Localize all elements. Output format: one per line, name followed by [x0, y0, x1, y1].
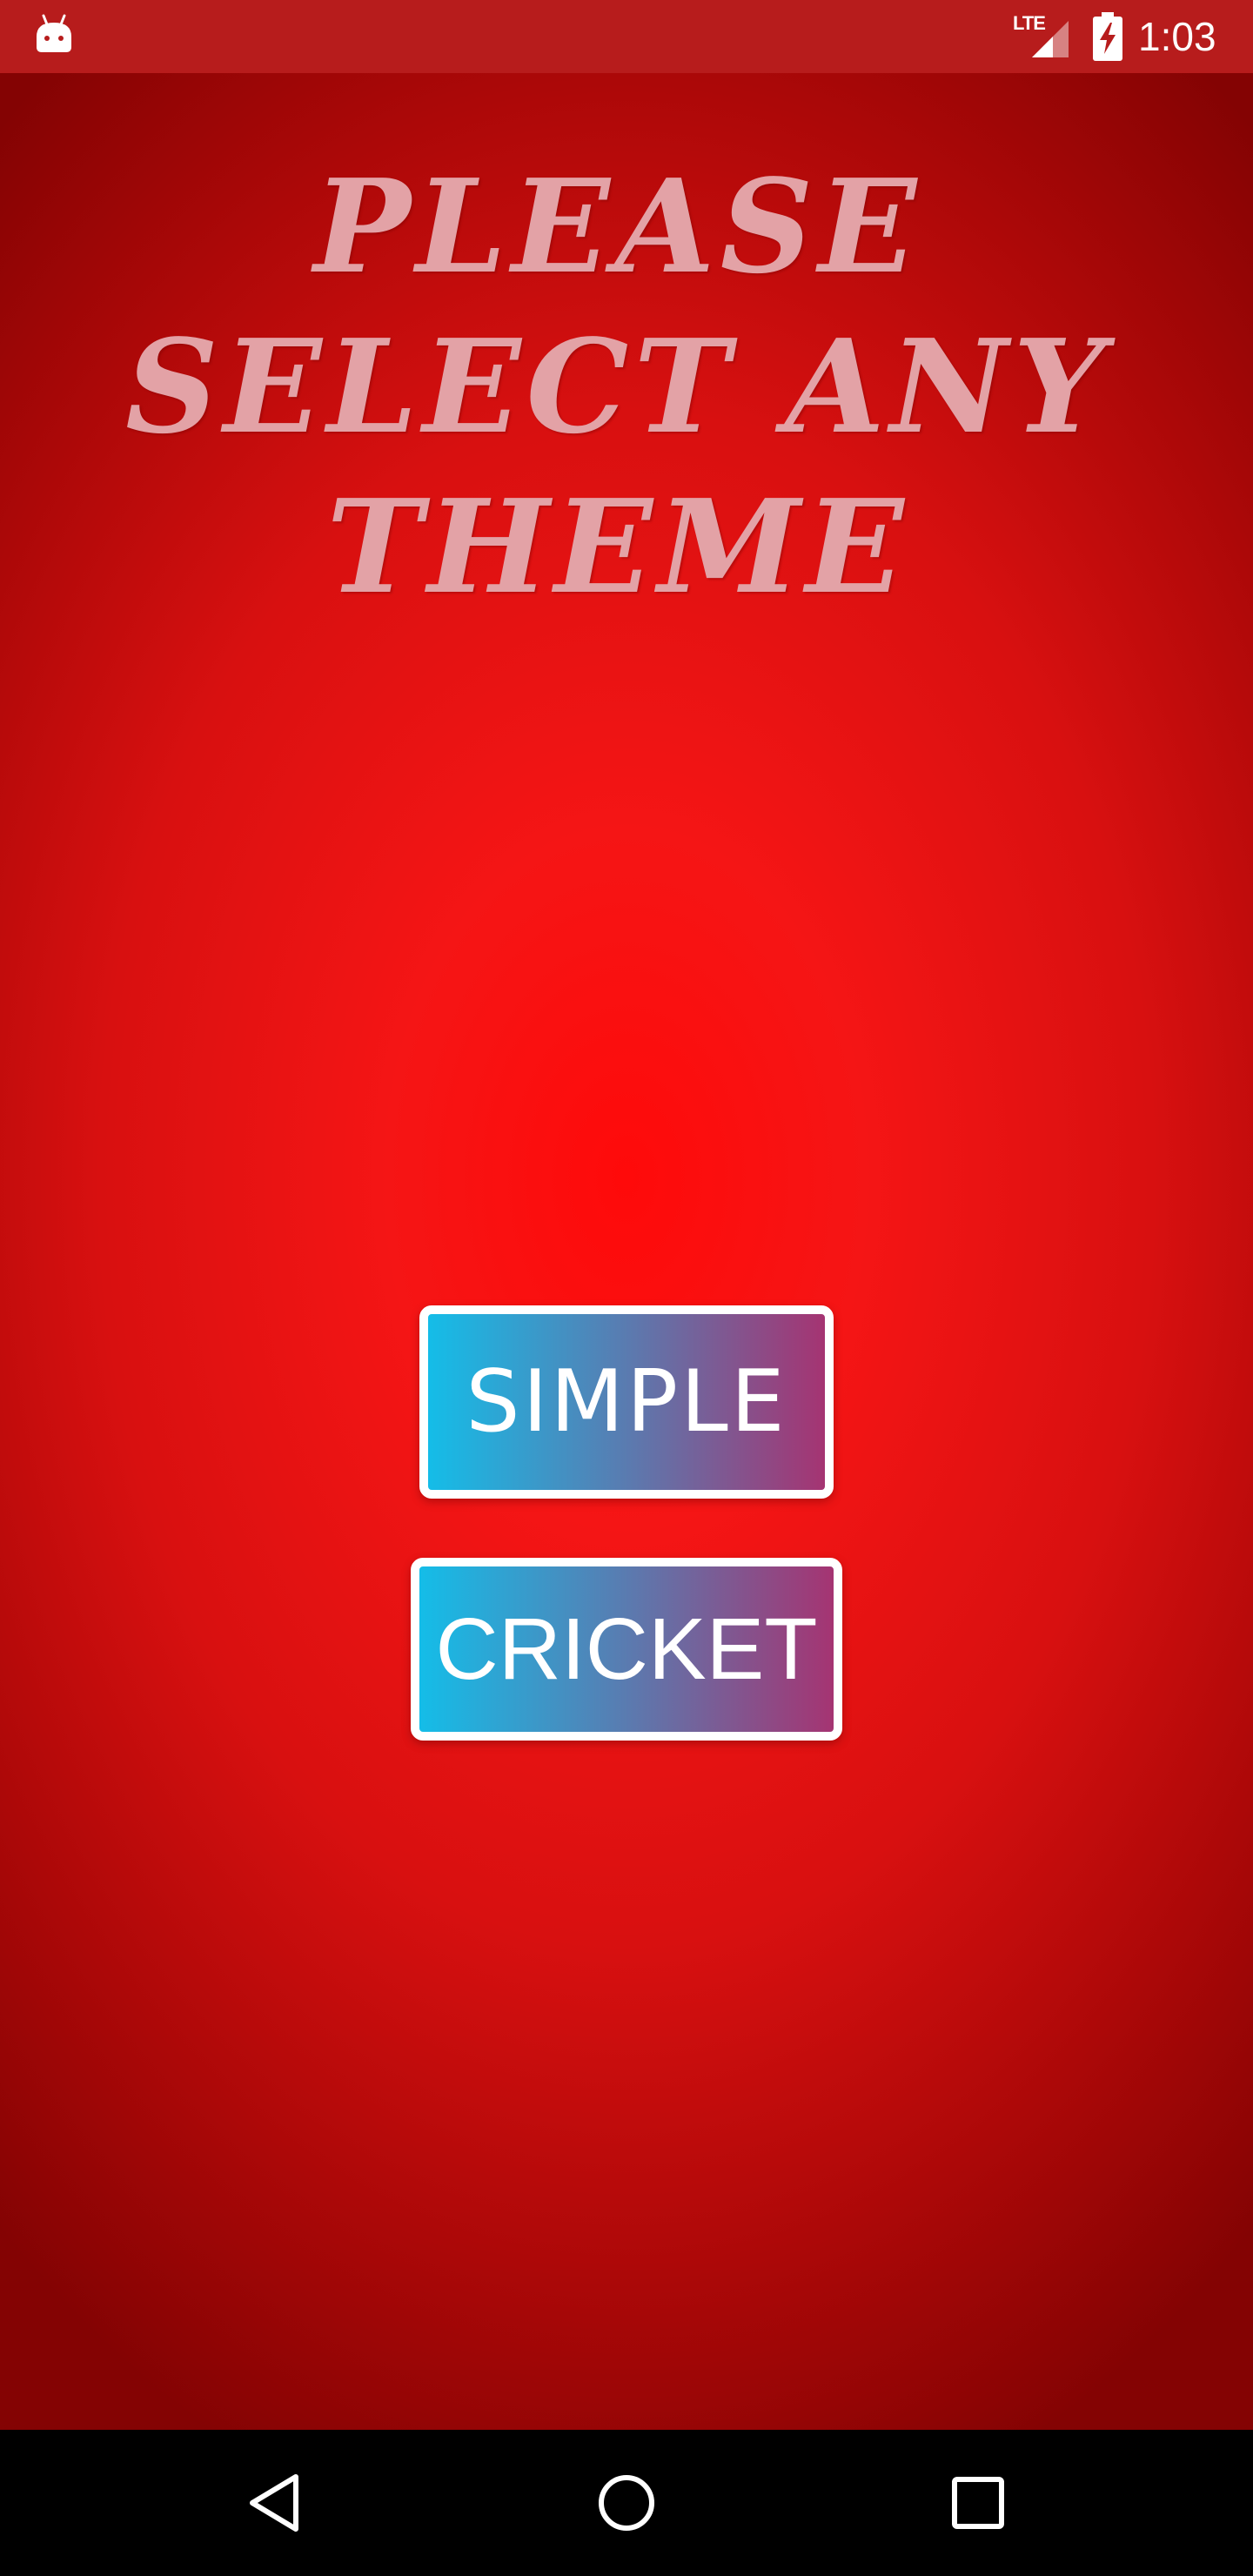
cricket-theme-button-label: CRICKET	[435, 1600, 818, 1698]
simple-theme-button-label: SIMPLE	[466, 1352, 787, 1452]
home-button[interactable]	[557, 2430, 696, 2576]
theme-selection-screen: PLEASE SELECT ANY THEME SIMPLE CRICKET	[0, 73, 1253, 2430]
simple-theme-button[interactable]: SIMPLE	[419, 1305, 834, 1499]
recents-button[interactable]	[908, 2430, 1048, 2576]
navigation-bar	[0, 2430, 1253, 2576]
back-button[interactable]	[205, 2430, 345, 2576]
android-icon	[37, 14, 71, 52]
recents-icon	[952, 2477, 1004, 2529]
battery-charging-icon	[1093, 12, 1122, 61]
home-icon	[599, 2475, 654, 2531]
status-clock: 1:03	[1138, 14, 1216, 59]
signal-icon	[1032, 21, 1069, 57]
status-bar: LTE 1:03	[0, 0, 1253, 73]
cricket-theme-button[interactable]: CRICKET	[411, 1558, 842, 1741]
page-title: PLEASE SELECT ANY THEME	[125, 151, 1110, 622]
back-icon	[250, 2474, 298, 2532]
